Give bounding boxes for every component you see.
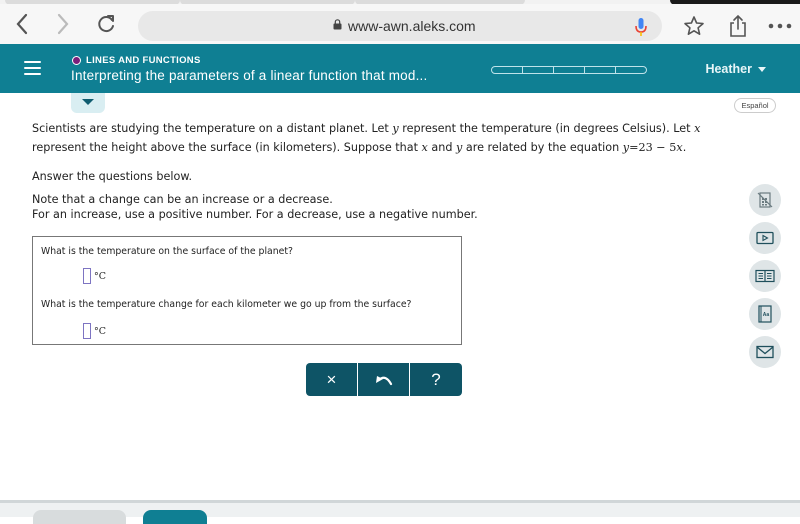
expand-header-button[interactable] [71,93,105,113]
microphone-icon[interactable] [634,17,648,37]
user-menu[interactable]: Heather [705,62,766,76]
more-icon [768,23,792,29]
problem-line-2: represent the height above the surface (… [32,138,700,157]
instruction-text: Answer the questions below. [32,170,193,183]
clear-button[interactable]: × [306,363,357,396]
surface-temperature-input[interactable] [83,268,91,284]
dictionary-button[interactable]: Aa [749,298,781,330]
undo-button[interactable] [358,363,409,396]
progress-segment [615,66,647,74]
problem-statement: Scientists are studying the temperature … [32,119,700,157]
answer-row-1: °C [83,268,106,284]
lesson-title: Interpreting the parameters of a linear … [71,68,428,83]
address-bar[interactable]: www-awn.aleks.com [138,11,662,41]
side-toolbar: Aa [749,184,781,374]
chevron-right-icon [57,13,69,35]
note-text: Note that a change can be an increase or… [32,192,478,222]
answer-row-2: °C [83,323,106,339]
calculator-button[interactable] [749,184,781,216]
menu-icon[interactable] [24,61,41,75]
reload-button[interactable] [92,10,120,38]
back-button[interactable] [8,10,36,38]
problem-text: . [682,141,687,154]
browser-toolbar: www-awn.aleks.com [0,4,800,44]
forward-button[interactable] [49,10,77,38]
help-icon: ? [431,369,441,389]
equation-minus: − [652,141,670,154]
unit-label: °C [94,325,107,337]
progress-segment [584,66,616,74]
help-button[interactable]: ? [410,363,462,396]
footer-secondary-button[interactable] [33,510,126,524]
url-text: www-awn.aleks.com [348,18,476,34]
chevron-left-icon [16,13,28,35]
dictionary-icon: Aa [758,305,772,323]
lock-icon [333,19,342,30]
footer-primary-button[interactable] [143,510,207,524]
star-icon [684,16,704,35]
progress-segment [553,66,585,74]
temperature-change-input[interactable] [83,323,91,339]
caret-down-icon [82,99,94,105]
problem-text: Scientists are studying the temperature … [32,122,393,135]
problem-text: are related by the equation [462,141,623,154]
question-1: What is the temperature on the surface o… [41,246,293,257]
bookmark-button[interactable] [680,12,708,40]
share-button[interactable] [724,12,752,40]
message-button[interactable] [749,336,781,368]
equation: y=23 − 5x [623,141,683,154]
variable-x: x [694,122,701,135]
answer-actions: × ? [306,363,462,396]
problem-text: and [427,141,457,154]
svg-text:Aa: Aa [763,312,770,318]
video-button[interactable] [749,222,781,254]
video-icon [756,231,774,245]
textbook-button[interactable] [749,260,781,292]
message-icon [756,345,774,359]
calculator-disabled-icon [757,192,773,208]
question-2: What is the temperature change for each … [41,299,412,310]
undo-icon [375,375,392,385]
share-icon [730,14,746,37]
problem-line-1: Scientists are studying the temperature … [32,119,700,138]
topic-status-icon [72,56,81,65]
note-line-1: Note that a change can be an increase or… [32,193,333,206]
app-header: LINES AND FUNCTIONS Interpreting the par… [0,44,800,93]
topic-label: LINES AND FUNCTIONS [72,55,201,66]
unit-label: °C [94,270,107,282]
problem-text: represent the height above the surface (… [32,141,422,154]
progress-bar [491,66,647,74]
textbook-icon [755,269,775,283]
progress-segment [522,66,554,74]
equation-intercept: 23 [638,141,653,154]
note-line-2: For an increase, use a positive number. … [32,208,478,221]
problem-text: represent the temperature (in degrees Ce… [398,122,695,135]
equation-equals: = [629,141,639,154]
language-button[interactable]: Español [734,98,776,113]
progress-segment [491,66,523,74]
user-name: Heather [705,62,752,76]
answer-panel: What is the temperature on the surface o… [32,236,462,345]
topic-text: LINES AND FUNCTIONS [86,55,201,66]
close-icon: × [326,369,337,389]
reload-icon [98,15,114,33]
caret-down-icon [758,66,766,72]
more-button[interactable] [766,12,794,40]
